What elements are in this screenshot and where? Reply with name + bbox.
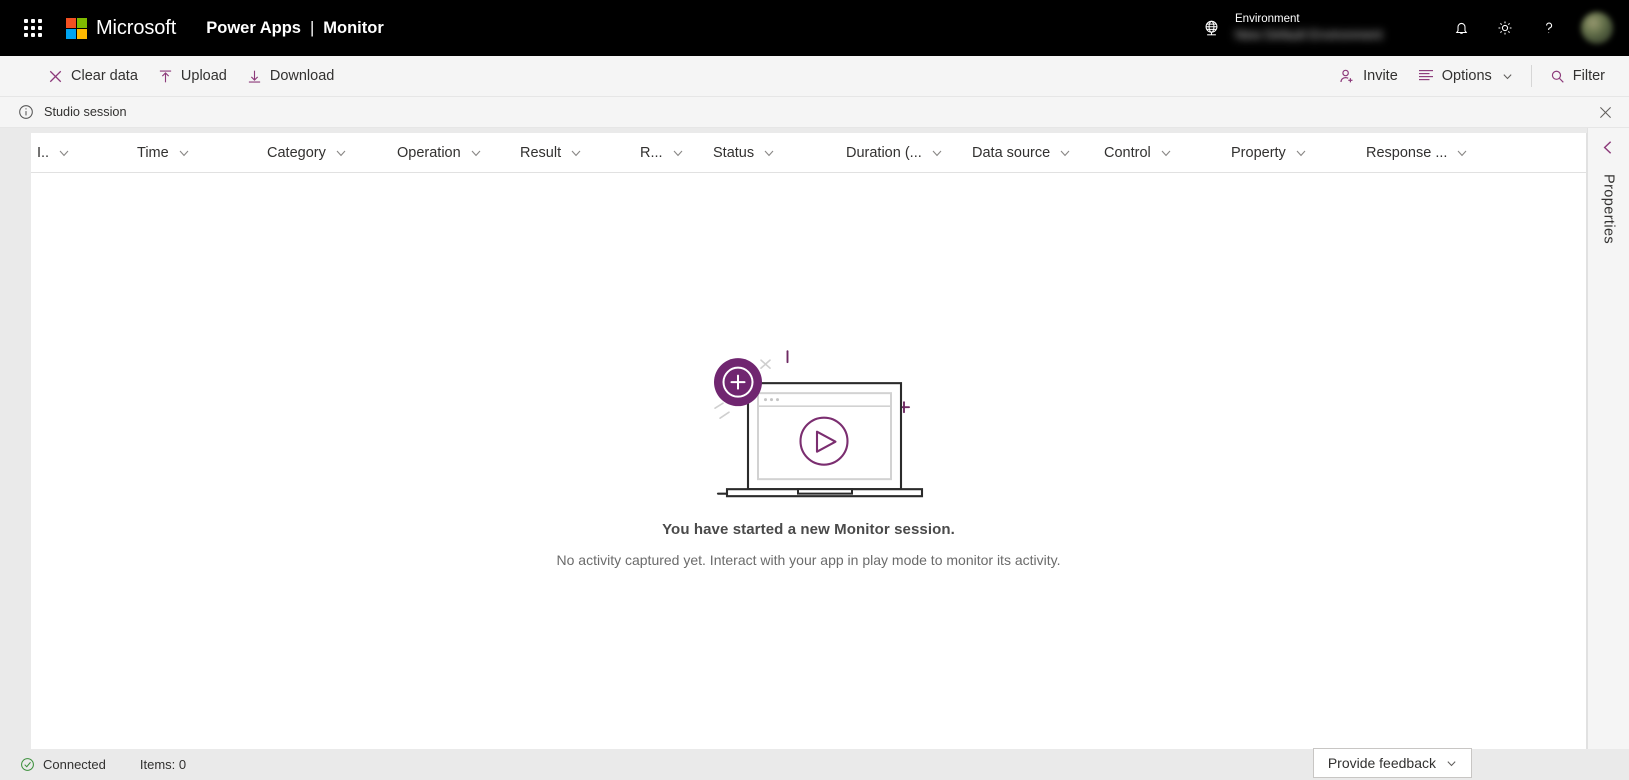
chevron-left-icon[interactable] (1601, 140, 1616, 160)
options-label: Options (1441, 68, 1492, 84)
person-add-icon (1339, 68, 1355, 84)
chevron-down-icon[interactable] (1456, 147, 1468, 159)
chevron-down-icon[interactable] (178, 147, 190, 159)
bell-icon[interactable] (1439, 6, 1483, 50)
column-header[interactable]: Property (1225, 133, 1360, 172)
session-type-label: Studio session (44, 105, 127, 119)
clear-data-label: Clear data (71, 68, 138, 84)
connection-status: Connected (20, 757, 106, 772)
column-header[interactable]: I.. (31, 133, 131, 172)
microsoft-wordmark: Microsoft (96, 16, 177, 39)
microsoft-logo[interactable]: Microsoft (66, 17, 176, 40)
column-header[interactable]: Category (261, 133, 391, 172)
download-label: Download (269, 68, 335, 84)
properties-panel-label[interactable]: Properties (1601, 174, 1617, 244)
download-button[interactable]: Download (237, 60, 345, 92)
main-body: I.. Time Category Operation Result R... Status… (0, 128, 1629, 749)
properties-panel-rail: Properties (1587, 128, 1629, 749)
column-header-label: Operation (397, 144, 461, 161)
column-header-label: Duration (... (846, 144, 922, 161)
column-header-label: Data source (972, 144, 1051, 161)
chevron-down-icon[interactable] (1059, 147, 1071, 159)
column-header-label: Time (137, 144, 169, 161)
items-count-label: Items: 0 (139, 757, 187, 772)
column-header-label: Result (520, 144, 562, 161)
environment-name: New Default Environment (1235, 27, 1383, 42)
provide-feedback-button[interactable]: Provide feedback (1312, 748, 1472, 778)
column-header[interactable]: Data source (966, 133, 1098, 172)
column-header[interactable]: Duration (... (840, 133, 966, 172)
empty-state: You have started a new Monitor session. … (31, 340, 1586, 568)
session-notification-bar: Studio session (0, 97, 1629, 128)
column-header-label: I.. (37, 144, 50, 161)
product-name: Power Apps (206, 18, 301, 37)
column-header[interactable]: R... (634, 133, 707, 172)
user-avatar[interactable] (1581, 12, 1613, 44)
column-header-label: Category (267, 144, 326, 161)
column-header-label: Status (713, 144, 755, 161)
chevron-down-icon[interactable] (931, 147, 943, 159)
command-bar-divider (1530, 65, 1532, 87)
empty-state-subtitle: No activity captured yet. Interact with … (556, 552, 1061, 569)
product-title[interactable]: Power Apps | Monitor (206, 19, 384, 38)
filter-button[interactable]: Filter (1540, 60, 1615, 92)
column-header[interactable]: Control (1098, 133, 1225, 172)
check-circle-icon (20, 757, 35, 772)
info-circle-icon (18, 104, 34, 120)
app-name: Monitor (323, 18, 384, 37)
command-bar: Clear data Upload Download Invite Option… (0, 56, 1629, 97)
chevron-down-icon (1502, 71, 1513, 82)
empty-state-title: You have started a new Monitor session. (662, 521, 955, 539)
filter-label: Filter (1572, 68, 1605, 84)
search-magnifier-icon (1550, 69, 1565, 84)
clear-data-button[interactable]: Clear data (38, 60, 148, 92)
upload-button[interactable]: Upload (148, 60, 237, 92)
monitor-events-grid: I.. Time Category Operation Result R... Status… (31, 133, 1587, 749)
column-header-label: R... (640, 144, 663, 161)
upload-label: Upload (180, 68, 227, 84)
invite-label: Invite (1363, 68, 1398, 84)
globe-icon[interactable] (1189, 6, 1233, 50)
laptop-play-button-illustration (714, 350, 924, 498)
close-x-icon[interactable] (1593, 100, 1617, 124)
chevron-down-icon[interactable] (570, 147, 582, 159)
column-header-label: Property (1231, 144, 1286, 161)
download-arrow-icon (247, 69, 262, 84)
status-bar: Connected Items: 0 Provide feedback (0, 748, 1629, 780)
header-right-controls: Environment New Default Environment (1189, 0, 1615, 56)
column-header[interactable]: Operation (391, 133, 514, 172)
grid-rows-area: You have started a new Monitor session. … (31, 173, 1586, 749)
grid-column-headers: I.. Time Category Operation Result R... Status… (31, 133, 1586, 173)
top-header-bar: Microsoft Power Apps | Monitor Environme… (0, 0, 1629, 56)
column-header-label: Control (1104, 144, 1151, 161)
connection-label: Connected (43, 757, 106, 772)
environment-label: Environment (1235, 13, 1300, 25)
invite-button[interactable]: Invite (1329, 60, 1408, 92)
list-lines-icon (1418, 69, 1434, 83)
clear-x-icon (48, 69, 63, 84)
column-header[interactable]: Result (514, 133, 634, 172)
environment-selector[interactable]: Environment New Default Environment (1235, 7, 1405, 49)
chevron-down-icon[interactable] (1295, 147, 1307, 159)
column-header[interactable]: Response ... (1360, 133, 1490, 172)
chevron-down-icon[interactable] (470, 147, 482, 159)
chevron-down-icon (1446, 758, 1457, 769)
question-mark-icon[interactable] (1527, 6, 1571, 50)
app-launcher-waffle-icon[interactable] (18, 13, 48, 43)
options-button[interactable]: Options (1408, 60, 1523, 92)
column-header-label: Response ... (1366, 144, 1448, 161)
chevron-down-icon[interactable] (763, 147, 775, 159)
gear-icon[interactable] (1483, 6, 1527, 50)
chevron-down-icon[interactable] (58, 147, 70, 159)
column-header[interactable]: Status (707, 133, 840, 172)
upload-arrow-icon (158, 69, 173, 84)
microsoft-squares-icon (66, 17, 87, 39)
chevron-down-icon[interactable] (672, 147, 684, 159)
provide-feedback-label: Provide feedback (1327, 755, 1436, 771)
chevron-down-icon[interactable] (335, 147, 347, 159)
column-header[interactable]: Time (131, 133, 261, 172)
title-separator: | (309, 18, 315, 37)
monitor-app-window: Microsoft Power Apps | Monitor Environme… (0, 0, 1629, 780)
chevron-down-icon[interactable] (1160, 147, 1172, 159)
